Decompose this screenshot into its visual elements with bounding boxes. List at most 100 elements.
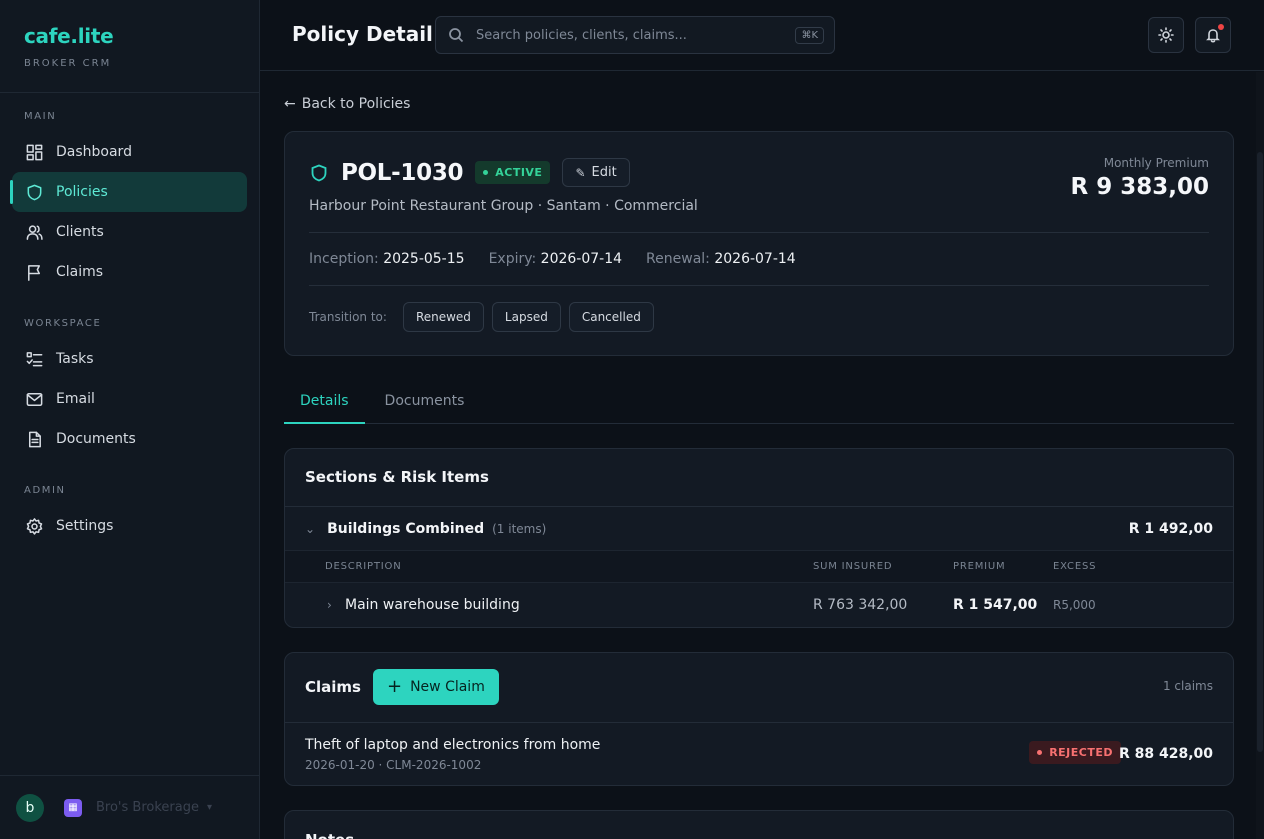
plus-icon: +	[386, 676, 403, 697]
document-icon	[24, 429, 44, 449]
column-header: EXCESS	[1053, 561, 1097, 572]
sidebar-item-label: Email	[56, 391, 95, 407]
scrollbar-thumb[interactable]	[1257, 152, 1263, 752]
search-icon	[449, 28, 464, 43]
tab-details[interactable]: Details	[284, 382, 365, 424]
inception-value: 2025-05-15	[383, 251, 465, 267]
claims-card: Claims + New Claim 1 claims Theft of lapt…	[284, 652, 1234, 786]
claim-row[interactable]: Theft of laptop and electronics from hom…	[285, 722, 1233, 786]
arrow-left-icon: ←	[284, 96, 296, 112]
sidebar-item-clients[interactable]: Clients	[12, 212, 247, 252]
scrollbar[interactable]	[1256, 72, 1264, 839]
notes-title: Notes	[305, 831, 354, 839]
transition-renewed-button[interactable]: Renewed	[402, 302, 484, 332]
claim-amount: R 88 428,00	[1118, 746, 1213, 762]
sidebar-item-label: Policies	[56, 184, 108, 200]
nav-section-admin: ADMIN Settings	[0, 485, 259, 546]
sidebar-item-dashboard[interactable]: Dashboard	[12, 132, 247, 172]
sidebar-item-settings[interactable]: Settings	[12, 506, 247, 546]
sidebar-item-documents[interactable]: Documents	[12, 419, 247, 459]
status-badge: REJECTED	[1029, 741, 1121, 764]
edit-button[interactable]: ✎ Edit	[562, 158, 630, 187]
notifications-button[interactable]	[1195, 17, 1231, 53]
claims-title: Claims	[305, 678, 361, 696]
notification-dot	[1218, 24, 1224, 30]
nav-section-workspace: WORKSPACE Tasks Email Documents	[0, 318, 259, 459]
sidebar-item-label: Clients	[56, 224, 104, 240]
status-dot	[1037, 750, 1043, 755]
item-description: Main warehouse building	[345, 597, 520, 613]
section-amount: R 1 492,00	[1128, 520, 1213, 537]
sidebar-item-label: Claims	[56, 264, 104, 280]
claim-title: Theft of laptop and electronics from hom…	[305, 737, 601, 753]
inception-label: Inception:	[309, 251, 379, 267]
nav-section-main: MAIN Dashboard Policies Clients Claims	[0, 111, 259, 292]
status-label: REJECTED	[1049, 746, 1113, 759]
edit-label: Edit	[591, 165, 617, 180]
policy-id: POL-1030	[341, 159, 464, 186]
policy-subtitle: Harbour Point Restaurant Group · Santam …	[309, 198, 698, 214]
item-premium: R 1 547,00	[953, 597, 1038, 613]
pencil-icon: ✎	[575, 165, 586, 180]
chevron-right-icon[interactable]: ›	[327, 583, 332, 627]
dashboard-icon	[24, 142, 44, 162]
search-shortcut: ⌘K	[795, 26, 824, 44]
item-sum-insured: R 763 342,00	[813, 597, 908, 613]
sections-title: Sections & Risk Items	[305, 468, 489, 486]
brand-name[interactable]: cafe.lite	[24, 24, 235, 48]
sidebar-item-policies[interactable]: Policies	[10, 172, 247, 212]
shield-icon	[311, 164, 327, 181]
search-input[interactable]	[476, 27, 796, 43]
theme-toggle-button[interactable]	[1148, 17, 1184, 53]
org-name: Bro's Brokerage	[96, 800, 199, 815]
sidebar: cafe.lite BROKER CRM MAIN Dashboard Poli…	[0, 0, 260, 839]
policy-card: POL-1030 ACTIVE ✎ Edit Harbour Point Rest…	[284, 131, 1234, 356]
section-count: (1 items)	[492, 521, 547, 536]
search-box[interactable]: ⌘K	[435, 16, 835, 54]
transition-lapsed-button[interactable]: Lapsed	[491, 302, 561, 332]
policy-header: POL-1030 ACTIVE ✎ Edit	[309, 158, 630, 187]
nav-heading: ADMIN	[24, 485, 66, 496]
expiry-date: Expiry: 2026-07-14	[489, 251, 622, 267]
org-switcher[interactable]: ▦ Bro's Brokerage ▾	[64, 798, 212, 817]
section-row[interactable]: ⌄ Buildings Combined (1 items) R 1 492,0…	[285, 506, 1233, 550]
brand: cafe.lite BROKER CRM	[0, 0, 259, 93]
transition-label: Transition to:	[309, 310, 387, 324]
policy-dates: Inception: 2025-05-15 Expiry: 2026-07-14…	[309, 251, 820, 267]
sidebar-item-label: Tasks	[56, 351, 94, 367]
users-icon	[24, 222, 44, 242]
avatar[interactable]: b	[16, 793, 44, 822]
nav-heading: MAIN	[24, 111, 57, 122]
column-header: DESCRIPTION	[325, 561, 402, 572]
expiry-value: 2026-07-14	[540, 251, 623, 267]
transition-bar: Transition to: Renewed Lapsed Cancelled	[309, 302, 662, 332]
shield-icon	[24, 182, 44, 202]
sidebar-footer: b ▦ Bro's Brokerage ▾	[0, 775, 260, 839]
expiry-label: Expiry:	[488, 251, 537, 267]
premium-value: R 9 383,00	[1070, 174, 1209, 200]
back-link[interactable]: ← Back to Policies	[284, 96, 410, 112]
gear-icon	[24, 516, 44, 536]
sidebar-item-claims[interactable]: Claims	[12, 252, 247, 292]
topbar: Policy Detail ⌘K	[260, 0, 1264, 71]
claim-meta: 2026-01-20 · CLM-2026-1002	[305, 758, 482, 772]
premium-label: Monthly Premium	[1103, 156, 1209, 170]
claims-count: 1 claims	[1162, 679, 1213, 693]
column-header: PREMIUM	[953, 561, 1006, 572]
table-row[interactable]: › Main warehouse building R 763 342,00 R…	[285, 583, 1233, 627]
tab-documents[interactable]: Documents	[369, 382, 481, 424]
renewal-label: Renewal:	[646, 251, 710, 267]
sidebar-item-email[interactable]: Email	[12, 379, 247, 419]
new-claim-button[interactable]: + New Claim	[372, 669, 499, 705]
tasks-icon	[24, 349, 44, 369]
sidebar-item-label: Settings	[56, 518, 114, 534]
sections-card: Sections & Risk Items ⌄ Buildings Combin…	[284, 448, 1234, 628]
status-badge: ACTIVE	[475, 161, 551, 184]
new-claim-label: New Claim	[410, 679, 485, 695]
sidebar-item-tasks[interactable]: Tasks	[12, 339, 247, 379]
divider	[309, 285, 1209, 286]
sun-icon	[1158, 27, 1174, 43]
transition-cancelled-button[interactable]: Cancelled	[568, 302, 654, 332]
notes-card: Notes	[284, 810, 1234, 839]
chevron-down-icon[interactable]: ⌄	[305, 522, 315, 536]
